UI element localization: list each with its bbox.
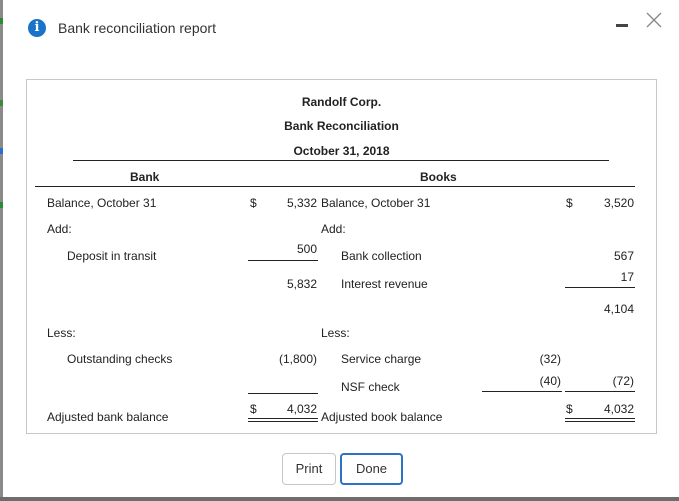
nsf-check-value: (40) — [539, 374, 561, 388]
books-add-label: Add: — [321, 222, 346, 236]
dialog-titlebar: i Bank reconciliation report — [3, 0, 679, 56]
window-left-edge — [0, 0, 3, 501]
books-column-header: Books — [420, 170, 457, 184]
reconciliation-report-panel: Randolf Corp. Bank Reconciliation Octobe… — [26, 79, 657, 434]
dialog-title: Bank reconciliation report — [58, 20, 216, 36]
column-header-rule — [35, 186, 635, 187]
books-add-rule — [565, 287, 635, 288]
bank-less-rule — [248, 393, 318, 394]
edge-accent-mark — [0, 100, 3, 106]
bank-column-header: Bank — [130, 170, 160, 184]
bank-balance-value: 5,332 — [286, 196, 317, 210]
minimize-button[interactable] — [616, 14, 630, 32]
print-button[interactable]: Print — [282, 453, 336, 485]
adjusted-book-balance-value: 4,032 — [603, 402, 634, 416]
deposit-in-transit-label: Deposit in transit — [67, 249, 157, 263]
report-date: October 31, 2018 — [293, 144, 390, 158]
bank-add-rule — [248, 260, 318, 261]
adjusted-bank-balance-value: 4,032 — [286, 402, 317, 416]
bank-collection-label: Bank collection — [341, 249, 422, 263]
nsf-check-label: NSF check — [341, 380, 400, 394]
company-name: Randolf Corp. — [301, 95, 382, 109]
books-less-rule — [565, 391, 635, 392]
outstanding-checks-label: Outstanding checks — [67, 352, 173, 366]
bank-less-label: Less: — [47, 326, 76, 340]
bank-balance-label: Balance, October 31 — [47, 196, 157, 210]
service-charge-label: Service charge — [341, 352, 422, 366]
deposit-in-transit-value: 500 — [296, 242, 317, 256]
adjusted-book-balance-label: Adjusted book balance — [321, 410, 443, 424]
done-button[interactable]: Done — [340, 453, 403, 485]
close-icon[interactable] — [644, 10, 664, 30]
bank-subtotal-value: 5,832 — [286, 277, 317, 291]
bank-total-double-rule — [248, 418, 318, 422]
books-less-item-rule — [482, 391, 562, 392]
books-deductions-total: (72) — [612, 374, 634, 388]
books-balance-value: 3,520 — [603, 196, 634, 210]
adjusted-bank-balance-label: Adjusted bank balance — [47, 410, 169, 424]
books-less-label: Less: — [321, 326, 350, 340]
books-total-double-rule — [565, 418, 635, 422]
bank-add-label: Add: — [47, 222, 72, 236]
report-title: Bank Reconciliation — [284, 119, 399, 133]
info-icon: i — [28, 19, 46, 37]
outstanding-checks-value: (1,800) — [278, 352, 317, 366]
window-bottom-edge — [0, 497, 679, 501]
service-charge-value: (32) — [539, 352, 561, 366]
edge-accent-mark — [0, 202, 3, 208]
books-balance-label: Balance, October 31 — [321, 196, 431, 210]
bank-collection-value: 567 — [613, 249, 634, 263]
edge-accent-mark — [0, 148, 3, 154]
interest-revenue-label: Interest revenue — [341, 277, 428, 291]
books-subtotal-value: 4,104 — [603, 302, 634, 316]
header-rule — [73, 160, 609, 161]
interest-revenue-value: 17 — [620, 270, 634, 284]
